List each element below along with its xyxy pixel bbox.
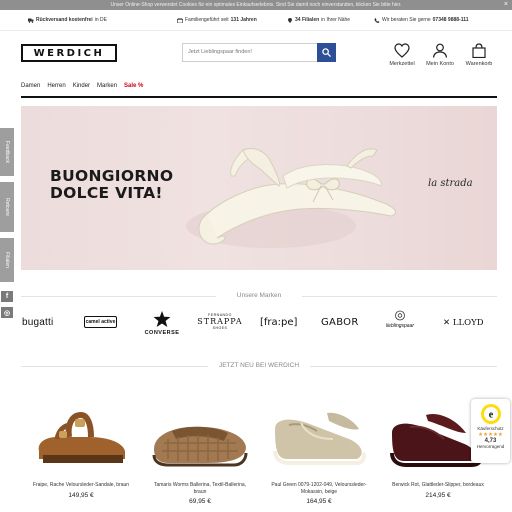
location-icon: [288, 17, 292, 23]
flower-icon: [395, 310, 405, 321]
facebook-icon[interactable]: f: [1, 291, 13, 302]
usp-stores: 34 Filialen in Ihrer Nähe: [287, 17, 350, 23]
main-nav: Damen Herren Kinder Marken Sale %: [21, 83, 143, 93]
product-card[interactable]: Fraipe, Rache Veloursleder-Sandale, brau…: [29, 393, 133, 499]
phone-icon: [374, 17, 380, 23]
product-name: Fraipe, Rache Veloursleder-Sandale, brau…: [32, 482, 130, 488]
heart-icon: [394, 43, 410, 58]
truck-icon: [28, 18, 34, 23]
instagram-icon[interactable]: ◎: [1, 307, 13, 318]
brands-title: Unsere Marken: [236, 292, 282, 299]
product-card[interactable]: Paul Green 0079-1202-049, Velourssleder-…: [267, 393, 371, 505]
brand-lloyd[interactable]: ✕ LLOYD: [443, 318, 484, 328]
divider: [302, 296, 497, 297]
brand-fraipe[interactable]: [fra:pe]: [260, 317, 297, 328]
user-icon: [432, 43, 448, 58]
lloyd-mark-icon: ✕: [443, 318, 451, 328]
brand-bugatti[interactable]: bugatti: [22, 317, 53, 328]
hero-headline: BUONGIORNO DOLCE VITA!: [50, 168, 173, 202]
product-price: 164,95 €: [306, 498, 332, 505]
usp-phone: Wir beraten Sie gerne 07348 9888-111: [374, 17, 469, 23]
hero-line-2: DOLCE VITA!: [50, 184, 163, 202]
account-button[interactable]: Mein Konto: [420, 43, 460, 67]
trust-label: Käuferschutz: [477, 426, 504, 431]
nav-divider: [21, 96, 497, 98]
product-image: [273, 412, 366, 465]
usp-family: Familiengeführt seit 131 Jahren: [177, 17, 257, 23]
new-title: JETZT NEU BEI WERDICH: [218, 362, 300, 369]
product-price: 69,95 €: [189, 498, 211, 505]
feedback-tab[interactable]: Feedback: [0, 128, 14, 176]
product-name: Paul Green 0079-1202-049, Velourssleder-…: [271, 482, 367, 495]
header-divider: [0, 30, 512, 31]
wishlist-label: Merkzettel: [389, 61, 415, 67]
search-input[interactable]: Jetzt Lieblingspaar finden!: [182, 43, 318, 62]
brand-gabor[interactable]: GABOR: [321, 317, 359, 328]
nav-item-damen[interactable]: Damen: [21, 83, 40, 93]
store-icon: [177, 17, 183, 23]
product-card[interactable]: Tamaris Worms Ballerina, Textil-Ballerin…: [148, 393, 252, 505]
close-icon[interactable]: ×: [504, 0, 508, 10]
divider: [21, 366, 208, 367]
product-price: 214,95 €: [425, 491, 451, 499]
trust-badge[interactable]: e Käuferschutz ★★★★★ 4,73 Hervorragend: [471, 399, 510, 463]
cookie-banner[interactable]: Unser Online-Shop verwendet Cookies für …: [0, 0, 512, 10]
account-label: Mein Konto: [426, 61, 454, 67]
hero-brand-logo: la strada: [428, 178, 473, 189]
brand-lieblingspaar[interactable]: lieblingspaar: [380, 310, 420, 329]
brand-converse[interactable]: CONVERSE: [142, 311, 182, 336]
svg-text:e: e: [488, 410, 493, 421]
usp-shipping: Rückversand kostenfrei in DE: [28, 17, 107, 23]
nav-item-marken[interactable]: Marken: [97, 83, 117, 93]
product-name: Tamaris Worms Ballerina, Textil-Ballerin…: [153, 482, 247, 495]
divider: [21, 296, 216, 297]
product-name: Berwick Rot, Glattleder-Slipper, bordeau…: [392, 482, 484, 488]
converse-star-icon: [153, 311, 171, 327]
retoure-tab[interactable]: Retoure: [0, 182, 14, 232]
wishlist-button[interactable]: Merkzettel: [382, 43, 422, 67]
usp-bar: Rückversand kostenfrei in DE Familiengef…: [0, 12, 512, 30]
product-image: [152, 426, 248, 467]
hero-line-1: BUONGIORNO: [50, 167, 174, 185]
nav-item-herren[interactable]: Herren: [47, 83, 65, 93]
product-price: 149,95 €: [68, 491, 94, 499]
trust-grade: Hervorragend: [476, 444, 505, 449]
cart-button[interactable]: Warenkorb: [459, 43, 499, 67]
nav-item-kinder[interactable]: Kinder: [73, 83, 90, 93]
cart-label: Warenkorb: [465, 61, 493, 67]
nav-item-sale[interactable]: Sale %: [124, 83, 143, 93]
divider: [310, 366, 497, 367]
search-button[interactable]: [317, 43, 336, 62]
brand-strappa[interactable]: FERNANDO STRAPPA SHOES: [197, 313, 243, 330]
bag-icon: [472, 43, 486, 58]
brand-camel-active[interactable]: camel active: [84, 316, 117, 328]
product-image: [38, 411, 125, 463]
trusted-shops-icon: e: [480, 404, 501, 424]
logo[interactable]: WERDICH: [21, 44, 117, 62]
cookie-text: Unser Online-Shop verwendet Cookies für …: [110, 2, 402, 8]
filialen-tab[interactable]: Filialen: [0, 238, 14, 282]
search-icon: [322, 48, 331, 57]
